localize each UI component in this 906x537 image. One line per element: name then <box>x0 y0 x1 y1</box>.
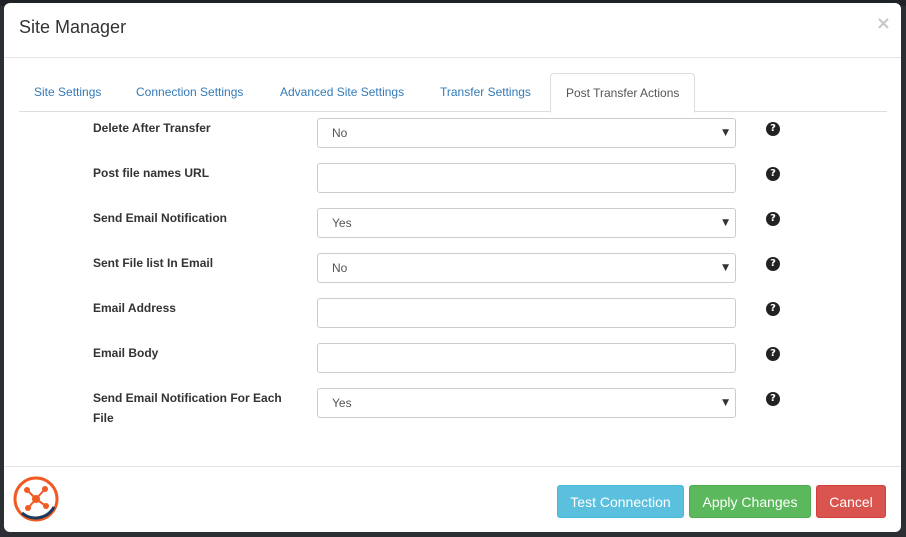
chevron-down-icon: ▼ <box>722 128 729 138</box>
cancel-button[interactable]: Cancel <box>816 485 886 518</box>
tab-site-settings[interactable]: Site Settings <box>19 73 116 112</box>
field-label: Email Address <box>93 301 176 315</box>
field-label: Email Body <box>93 346 159 360</box>
tab-transfer-settings[interactable]: Transfer Settings <box>425 73 546 112</box>
select-value: Yes <box>332 216 352 230</box>
question-circle-icon[interactable]: ? <box>766 167 780 181</box>
form-row-delete-after-transfer: Delete After Transfer No ▼ ? <box>4 118 901 158</box>
question-circle-icon[interactable]: ? <box>766 302 780 316</box>
modal-header: Site Manager × <box>4 3 901 58</box>
select-value: No <box>332 261 348 275</box>
site-manager-dialog: Site Manager × Site Settings Connection … <box>4 3 901 532</box>
tab-bar: Site Settings Connection Settings Advanc… <box>19 73 887 113</box>
form-row-email-address: Email Address ? <box>4 298 901 338</box>
form-row-send-email-each-file: Send Email Notification For Each File Ye… <box>4 388 901 428</box>
field-label: Delete After Transfer <box>93 121 211 135</box>
tab-post-transfer-actions[interactable]: Post Transfer Actions <box>550 73 696 113</box>
test-connection-button[interactable]: Test Connection <box>557 485 684 518</box>
sent-file-list-select[interactable]: No ▼ <box>317 253 736 283</box>
send-email-notification-select[interactable]: Yes ▼ <box>317 208 736 238</box>
form-row-send-email-notification: Send Email Notification Yes ▼ ? <box>4 208 901 248</box>
modal-footer: Test Connection Apply Changes Cancel <box>4 466 901 532</box>
email-body-input[interactable] <box>317 343 736 373</box>
question-circle-icon[interactable]: ? <box>766 122 780 136</box>
form-row-email-body: Email Body ? <box>4 343 901 383</box>
apply-changes-button[interactable]: Apply Changes <box>689 485 811 518</box>
form-row-post-file-names-url: Post file names URL ? <box>4 163 901 203</box>
modal-title: Site Manager <box>19 17 127 37</box>
close-icon[interactable]: × <box>876 13 891 34</box>
chevron-down-icon: ▼ <box>722 218 729 228</box>
tab-advanced-site-settings[interactable]: Advanced Site Settings <box>265 73 419 112</box>
question-circle-icon[interactable]: ? <box>766 392 780 406</box>
question-circle-icon[interactable]: ? <box>766 212 780 226</box>
form-row-sent-file-list: Sent File list In Email No ▼ ? <box>4 253 901 293</box>
delete-after-transfer-select[interactable]: No ▼ <box>317 118 736 148</box>
question-circle-icon[interactable]: ? <box>766 257 780 271</box>
field-label: Send Email Notification <box>93 211 228 225</box>
chevron-down-icon: ▼ <box>722 263 729 273</box>
tab-connection-settings[interactable]: Connection Settings <box>121 73 258 112</box>
select-value: No <box>332 126 348 140</box>
question-circle-icon[interactable]: ? <box>766 347 780 361</box>
select-value: Yes <box>332 396 352 410</box>
field-label: Sent File list In Email <box>93 256 214 270</box>
email-address-input[interactable] <box>317 298 736 328</box>
field-label: Send Email Notification For Each File <box>93 391 282 425</box>
field-label: Post file names URL <box>93 166 210 180</box>
post-file-names-url-input[interactable] <box>317 163 736 193</box>
app-logo-icon <box>13 476 59 522</box>
send-email-each-file-select[interactable]: Yes ▼ <box>317 388 736 418</box>
chevron-down-icon: ▼ <box>722 398 729 408</box>
